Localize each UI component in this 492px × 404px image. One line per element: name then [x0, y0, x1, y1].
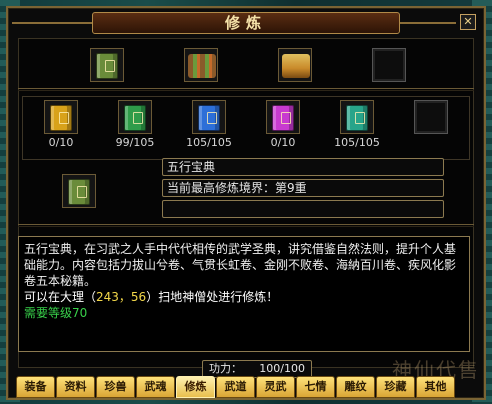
- book-count-3: 105/105: [186, 136, 232, 149]
- green-book-icon: [124, 105, 146, 131]
- book-slot-5[interactable]: [340, 100, 374, 134]
- top-slot-1[interactable]: [90, 48, 124, 82]
- tab-other[interactable]: 其他: [416, 376, 455, 398]
- tab-equipment[interactable]: 装备: [16, 376, 55, 398]
- close-button[interactable]: ✕: [460, 14, 476, 30]
- book-slot-3[interactable]: [192, 100, 226, 134]
- title-edge-right: [400, 22, 456, 24]
- book-count-1: 0/10: [48, 136, 74, 149]
- top-slot-3[interactable]: [278, 48, 312, 82]
- book-slot-6-empty[interactable]: [414, 100, 448, 134]
- level-requirement: 需要等级70: [24, 306, 88, 320]
- location-coords-link[interactable]: 243，56: [96, 290, 146, 304]
- scroll-bundle-icon: [188, 54, 216, 78]
- description-text: 五行宝典，在习武之人手中代代相传的武学圣典，讲究借鉴自然法则，提升个人基础能力。…: [24, 242, 457, 288]
- book-count-2: 99/105: [115, 136, 155, 149]
- extra-field: [162, 200, 444, 218]
- tab-collection[interactable]: 珍藏: [376, 376, 415, 398]
- location-line: 可以在大理（243，56）扫地神僧处进行修炼！: [24, 289, 464, 305]
- book-slot-4[interactable]: [266, 100, 300, 134]
- selected-tome-icon: [68, 179, 90, 205]
- title-edge-left: [12, 22, 92, 24]
- divider-top: [18, 88, 474, 91]
- power-value: 100/100: [259, 362, 305, 375]
- location-prefix: 可以在大理（: [24, 290, 97, 304]
- book-count-4: 0/10: [270, 136, 296, 149]
- tab-martial-path[interactable]: 武道: [216, 376, 255, 398]
- tab-profile[interactable]: 资料: [56, 376, 95, 398]
- book-name-field: 五行宝典: [162, 158, 444, 176]
- realm-field: 当前最高修炼境界：第9重: [162, 179, 444, 197]
- blue-book-icon: [198, 105, 220, 131]
- yellow-book-icon: [50, 105, 72, 131]
- character-tabs: 装备 资料 珍兽 武魂 修炼 武道 灵武 七情 雕纹 珍藏 其他: [16, 376, 455, 398]
- book-row-frame: [22, 96, 470, 160]
- tab-cultivation[interactable]: 修炼: [176, 376, 215, 398]
- tab-emotions[interactable]: 七情: [296, 376, 335, 398]
- description-box: 五行宝典，在习武之人手中代代相传的武学圣典，讲究借鉴自然法则，提升个人基础能力。…: [18, 236, 470, 352]
- book-slot-2[interactable]: [118, 100, 152, 134]
- book-slot-1[interactable]: [44, 100, 78, 134]
- cultivation-window: ? 修炼 ✕ 0/10 99/105 105/105 0/10 105/105 …: [6, 6, 486, 400]
- purple-book-icon: [272, 105, 294, 131]
- power-label: 功力：: [209, 362, 242, 375]
- tome-icon: [96, 53, 118, 79]
- location-suffix: ）扫地神僧处进行修炼！: [146, 290, 279, 304]
- tab-martial-soul[interactable]: 武魂: [136, 376, 175, 398]
- top-slot-2[interactable]: [184, 48, 218, 82]
- selected-book-slot[interactable]: [62, 174, 96, 208]
- teal-book-icon: [346, 105, 368, 131]
- top-slot-4-empty[interactable]: [372, 48, 406, 82]
- window-title: 修炼: [92, 12, 400, 34]
- tab-spirit-weapon[interactable]: 灵武: [256, 376, 295, 398]
- book-count-5: 105/105: [334, 136, 380, 149]
- divider-middle: [18, 224, 474, 227]
- tab-engraving[interactable]: 雕纹: [336, 376, 375, 398]
- tab-pets[interactable]: 珍兽: [96, 376, 135, 398]
- treasure-chest-icon: [282, 54, 310, 78]
